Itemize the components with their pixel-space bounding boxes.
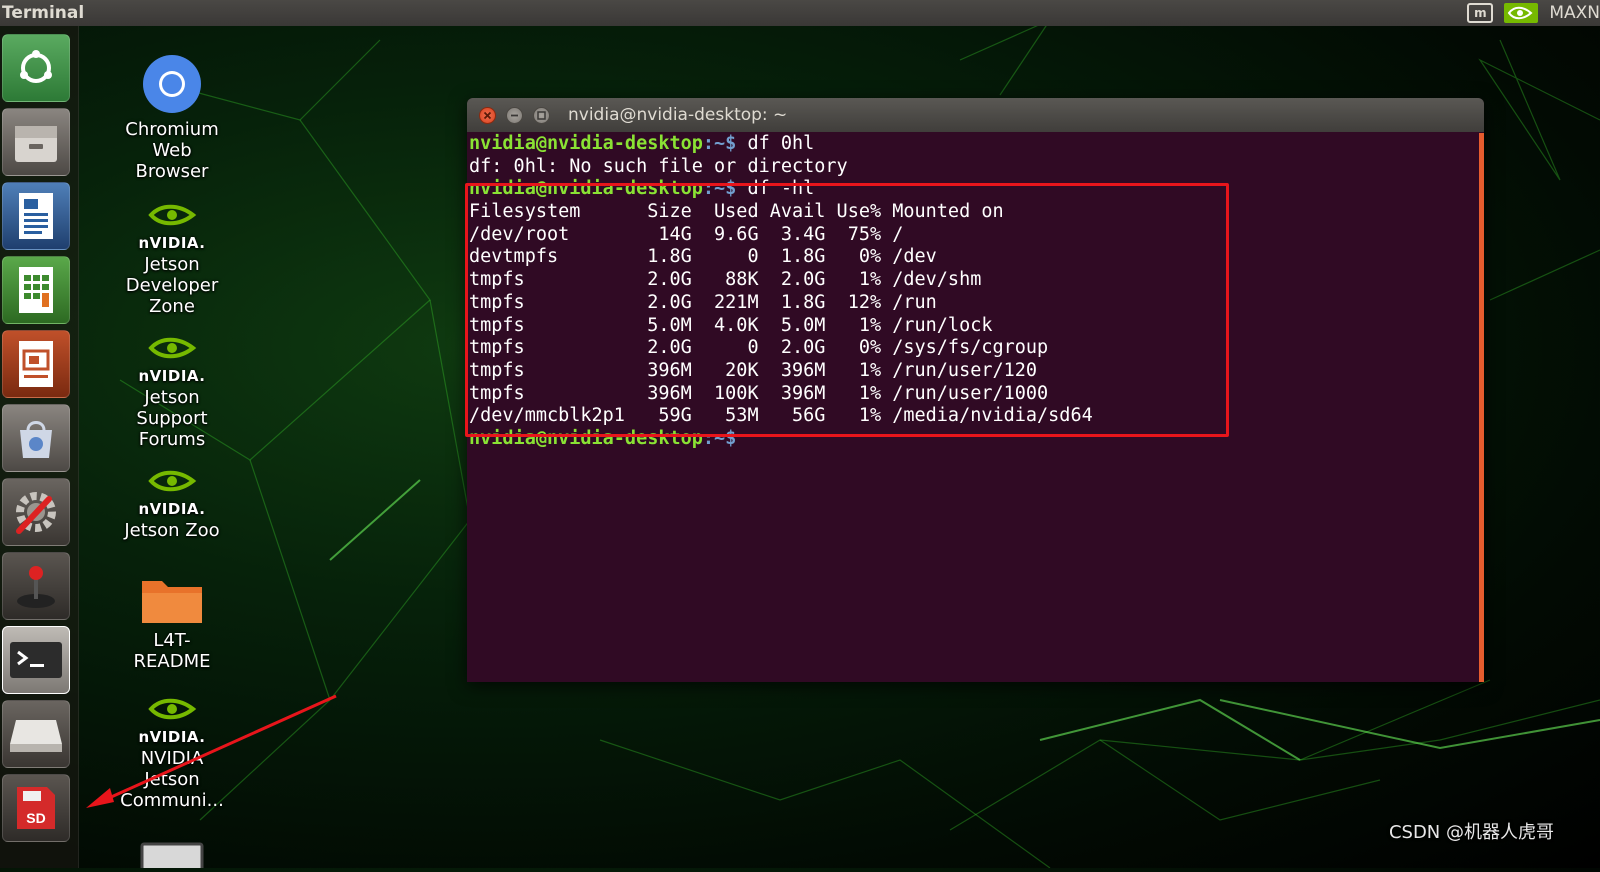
desktop-icon-label: Chromium xyxy=(125,119,219,140)
terminal-output-line: df: 0hl: No such file or directory xyxy=(469,155,848,177)
joystick-icon xyxy=(17,566,55,608)
launcher-files[interactable] xyxy=(2,108,70,176)
nvidia-wordmark: nVIDIA. xyxy=(138,367,206,385)
nvidia-logo-icon xyxy=(148,470,197,492)
impress-icon xyxy=(19,341,53,387)
active-app-title: Terminal xyxy=(2,3,85,23)
launcher: SD xyxy=(0,26,79,868)
nvidia-wordmark: nVIDIA. xyxy=(138,500,206,518)
launcher-system-settings[interactable] xyxy=(2,478,70,546)
annotation-arrow-icon xyxy=(86,694,337,808)
minimize-icon xyxy=(511,114,518,117)
writer-icon xyxy=(19,193,53,239)
desktop-icon-label: Zone xyxy=(149,296,195,317)
folder-icon xyxy=(142,581,202,623)
launcher-ubuntu-dash[interactable] xyxy=(2,34,70,102)
minimize-button[interactable] xyxy=(506,107,523,124)
nvidia-logo-icon xyxy=(148,204,197,226)
desktop-icon-label: L4T- xyxy=(153,630,191,651)
terminal-scrollbar[interactable] xyxy=(1479,133,1484,682)
keyboard-indicator-icon[interactable]: m xyxy=(1467,3,1494,23)
desktop-icon-label: Browser xyxy=(135,161,209,182)
desktop-icon-jetson-support-forums[interactable]: nVIDIA. Jetson Support Forums xyxy=(107,335,237,450)
sd-card-label: SD xyxy=(26,810,45,826)
desktop-icon-label: Web xyxy=(152,140,192,161)
desktop-icon-label: Support xyxy=(136,408,208,429)
close-button[interactable] xyxy=(479,107,496,124)
software-center-icon xyxy=(20,421,52,458)
maximize-icon xyxy=(537,111,546,120)
desktop-icon-jetson-zoo[interactable]: nVIDIA. Jetson Zoo xyxy=(107,468,237,541)
desktop-icon-partial[interactable] xyxy=(140,840,204,872)
nvidia-logo-icon xyxy=(148,337,197,359)
ubuntu-dash-icon xyxy=(20,50,52,83)
desktop-icon-label: Developer xyxy=(125,275,219,296)
launcher-joystick[interactable] xyxy=(2,552,70,620)
terminal-window-title: nvidia@nvidia-desktop: ~ xyxy=(568,105,788,125)
monitor-icon xyxy=(140,842,204,872)
watermark: CSDN @机器人虎哥 xyxy=(1388,822,1554,843)
desktop-icon-chromium[interactable]: Chromium Web Browser xyxy=(107,54,237,182)
terminal-titlebar[interactable]: nvidia@nvidia-desktop: ~ xyxy=(467,98,1484,132)
desktop-icon-label: Jetson Zoo xyxy=(124,520,220,541)
launcher-sd-card[interactable]: SD xyxy=(2,774,70,842)
nvidia-wordmark: nVIDIA. xyxy=(138,234,206,252)
top-panel-indicators: m MAXN xyxy=(1467,0,1600,26)
drive-icon xyxy=(10,720,62,752)
annotation-highlight-box xyxy=(465,183,1229,437)
desktop-icon-label: README xyxy=(133,651,211,672)
terminal-icon xyxy=(10,642,62,678)
system-settings-icon xyxy=(16,492,56,534)
desktop-icon-label: Jetson xyxy=(144,387,200,408)
calc-icon xyxy=(19,267,53,313)
desktop-icon-label: Forums xyxy=(138,429,206,450)
desktop-icon-label: Jetson xyxy=(144,254,200,275)
launcher-calc[interactable] xyxy=(2,256,70,324)
nvidia-power-mode-icon[interactable] xyxy=(1503,2,1539,24)
launcher-impress[interactable] xyxy=(2,330,70,398)
prompt-command: df 0hl xyxy=(736,133,815,154)
sd-card-icon: SD xyxy=(17,787,55,829)
close-icon xyxy=(483,111,492,120)
power-mode-label[interactable]: MAXN xyxy=(1549,0,1600,26)
launcher-writer[interactable] xyxy=(2,182,70,250)
desktop-icon-l4t-readme[interactable]: L4T- README xyxy=(107,573,237,672)
launcher-drive[interactable] xyxy=(2,700,70,768)
launcher-terminal[interactable] xyxy=(2,626,70,694)
chromium-icon xyxy=(143,55,201,113)
maximize-button[interactable] xyxy=(533,107,550,124)
top-panel: Terminal m MAXN xyxy=(0,0,1600,26)
launcher-software-center[interactable] xyxy=(2,404,70,472)
prompt-user: nvidia@nvidia-desktop xyxy=(469,133,703,154)
terminal-prompt-line: nvidia@nvidia-desktop:~$ df 0hl xyxy=(469,133,1478,156)
files-icon xyxy=(15,126,57,162)
prompt-path: :~$ xyxy=(702,133,737,154)
desktop-icon-jetson-developer-zone[interactable]: nVIDIA. Jetson Developer Zone xyxy=(107,202,237,317)
keyboard-indicator-label: m xyxy=(1474,6,1487,20)
